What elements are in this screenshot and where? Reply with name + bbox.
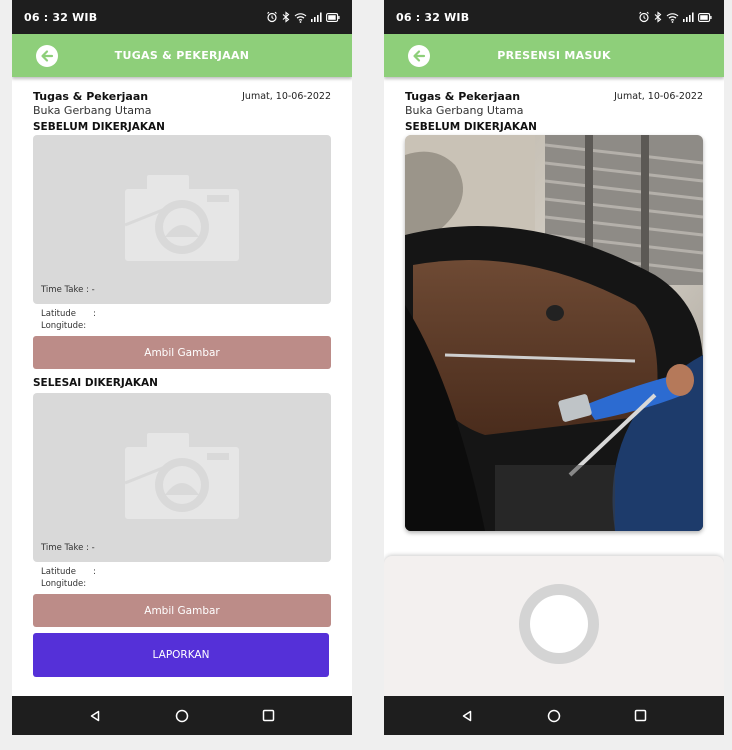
longitude-value: : xyxy=(83,321,87,331)
before-section-title: SEBELUM DIKERJAKAN xyxy=(33,121,165,133)
back-triangle-icon xyxy=(91,710,100,721)
latitude-value: : xyxy=(93,309,96,319)
camera-icon xyxy=(125,433,239,519)
latitude-value: : xyxy=(93,567,96,577)
status-icons xyxy=(638,11,712,23)
back-button[interactable] xyxy=(408,45,430,67)
report-button[interactable]: LAPORKAN xyxy=(33,633,329,677)
after-take-photo-button[interactable]: Ambil Gambar xyxy=(33,594,331,627)
nav-recents-button[interactable] xyxy=(254,701,284,731)
back-triangle-icon xyxy=(463,710,472,721)
left-phone-screen: 06 : 32 WIB TUGAS & PEKERJAAN Tugas & Pe… xyxy=(12,0,352,735)
back-arrow-icon xyxy=(41,50,54,62)
recents-square-icon xyxy=(262,709,275,722)
wifi-icon xyxy=(294,12,307,23)
task-date: Jumat, 10-06-2022 xyxy=(242,91,331,102)
battery-icon xyxy=(326,12,340,22)
task-subtitle: Buka Gerbang Utama xyxy=(33,104,152,117)
before-photo-placeholder: Time Take : - xyxy=(33,135,331,304)
camera-capture-panel xyxy=(384,556,724,696)
home-circle-icon xyxy=(547,709,561,722)
back-button[interactable] xyxy=(36,45,58,67)
task-date: Jumat, 10-06-2022 xyxy=(614,91,703,102)
status-bar: 06 : 32 WIB xyxy=(12,0,352,34)
app-bar: PRESENSI MASUK xyxy=(384,34,724,77)
signal-icon xyxy=(311,12,322,22)
latitude-label: Latitude xyxy=(41,567,76,577)
water-tank-photo xyxy=(405,135,703,531)
home-circle-icon xyxy=(175,709,189,722)
alarm-icon xyxy=(639,11,649,23)
task-content: Tugas & Pekerjaan Buka Gerbang Utama Jum… xyxy=(405,77,703,531)
before-take-photo-button[interactable]: Ambil Gambar xyxy=(33,336,331,369)
after-time-take: Time Take : - xyxy=(41,543,95,553)
wifi-icon xyxy=(666,12,679,23)
longitude-value: : xyxy=(83,579,87,589)
app-bar: TUGAS & PEKERJAAN xyxy=(12,34,352,77)
task-subtitle: Buka Gerbang Utama xyxy=(405,104,524,117)
after-section-title: SELESAI DIKERJAKAN xyxy=(33,377,158,389)
longitude-label: Longitude xyxy=(41,321,84,331)
signal-icon xyxy=(683,12,694,22)
nav-back-button[interactable] xyxy=(452,701,482,731)
before-section-title: SEBELUM DIKERJAKAN xyxy=(405,121,537,133)
before-coordinates: Latitude: Longitude: xyxy=(33,304,331,336)
nav-home-button[interactable] xyxy=(167,701,197,731)
longitude-label: Longitude xyxy=(41,579,84,589)
bluetooth-icon xyxy=(282,11,290,23)
task-content: Tugas & Pekerjaan Buka Gerbang Utama Jum… xyxy=(33,77,331,677)
after-photo-placeholder: Time Take : - xyxy=(33,393,331,562)
status-icons xyxy=(266,11,340,23)
task-header: Tugas & Pekerjaan Buka Gerbang Utama Jum… xyxy=(405,77,703,119)
nav-back-button[interactable] xyxy=(80,701,110,731)
latitude-label: Latitude xyxy=(41,309,76,319)
right-phone-screen: 06 : 32 WIB PRESENSI MASUK Tugas & Peker… xyxy=(384,0,724,735)
app-bar-title: PRESENSI MASUK xyxy=(497,49,611,62)
recents-square-icon xyxy=(634,709,647,722)
app-bar-title: TUGAS & PEKERJAAN xyxy=(114,49,250,62)
after-coordinates: Latitude: Longitude: xyxy=(33,562,331,594)
system-nav-bar xyxy=(12,696,352,735)
status-time: 06 : 32 WIB xyxy=(24,10,98,24)
shutter-button[interactable] xyxy=(519,584,599,664)
camera-icon xyxy=(125,175,239,261)
back-arrow-icon xyxy=(413,50,426,62)
system-nav-bar xyxy=(384,696,724,735)
before-time-take: Time Take : - xyxy=(41,285,95,295)
status-time: 06 : 32 WIB xyxy=(396,10,470,24)
status-bar: 06 : 32 WIB xyxy=(384,0,724,34)
bluetooth-icon xyxy=(654,11,662,23)
nav-home-button[interactable] xyxy=(539,701,569,731)
nav-recents-button[interactable] xyxy=(626,701,656,731)
captured-photo xyxy=(405,135,703,531)
task-header: Tugas & Pekerjaan Buka Gerbang Utama Jum… xyxy=(33,77,331,119)
battery-icon xyxy=(698,12,712,22)
alarm-icon xyxy=(267,11,277,23)
